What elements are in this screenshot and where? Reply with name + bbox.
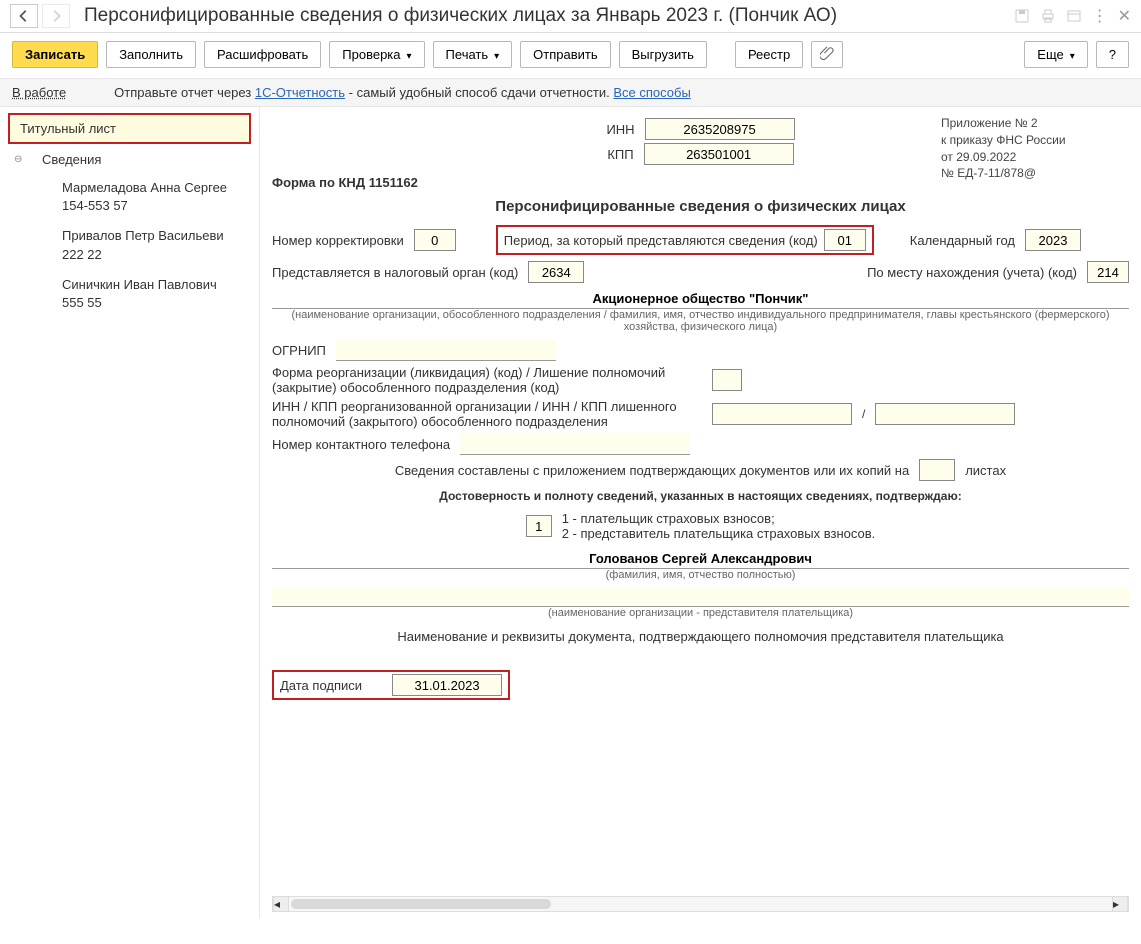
place-input[interactable] <box>1087 261 1129 283</box>
arrow-right-icon <box>49 9 63 23</box>
status-link[interactable]: В работе <box>12 85 66 100</box>
sign-date-label: Дата подписи <box>280 678 362 693</box>
doc-label: Наименование и реквизиты документа, подт… <box>272 629 1129 644</box>
confirm-opt1: 1 - плательщик страховых взносов; <box>562 511 876 526</box>
upload-button[interactable]: Выгрузить <box>619 41 707 68</box>
tree-item-svedeniya[interactable]: ⊖ Сведения <box>0 146 259 173</box>
form-title: Персонифицированные сведения о физически… <box>272 198 1129 215</box>
collapse-icon[interactable]: ⊖ <box>14 154 26 166</box>
print-button[interactable]: Печать▾ <box>433 41 513 68</box>
reorg-inn-input[interactable] <box>712 403 852 425</box>
org-name-input[interactable] <box>272 289 1129 309</box>
sign-date-input[interactable] <box>392 674 502 696</box>
nav-back-button[interactable] <box>10 4 38 28</box>
scroll-right-button[interactable]: ▸ <box>1112 897 1128 911</box>
tax-org-label: Представляется в налоговый орган (код) <box>272 265 518 280</box>
period-label: Период, за который представляются сведен… <box>504 233 818 248</box>
rep-org-input[interactable] <box>272 587 1129 607</box>
confirm-title: Достоверность и полноту сведений, указан… <box>272 489 1129 503</box>
page-title: Персонифицированные сведения о физически… <box>84 5 1014 27</box>
org-hint: (наименование организации, обособленного… <box>272 309 1129 333</box>
save-icon[interactable] <box>1014 8 1030 24</box>
kpp-input[interactable] <box>644 143 794 165</box>
window-icon[interactable] <box>1066 8 1082 24</box>
nav-forward-button[interactable] <box>42 4 70 28</box>
1c-report-link[interactable]: 1С-Отчетность <box>255 85 345 100</box>
attach-button[interactable] <box>811 41 843 68</box>
sheets-input[interactable] <box>919 459 955 481</box>
send-button[interactable]: Отправить <box>520 41 610 68</box>
place-label: По месту нахождения (учета) (код) <box>867 265 1077 280</box>
innkpp-reorg-label: ИНН / КПП реорганизованной организации /… <box>272 399 702 429</box>
all-methods-link[interactable]: Все способы <box>613 85 690 100</box>
year-label: Календарный год <box>910 233 1015 248</box>
tree-person-2[interactable]: Синичкин Иван Павлович555 55 <box>0 270 259 318</box>
registry-button[interactable]: Реестр <box>735 41 803 68</box>
period-input[interactable] <box>824 229 866 251</box>
section-tree: Титульный лист ⊖ Сведения Мармеладова Ан… <box>0 107 260 918</box>
rep-org-hint: (наименование организации - представител… <box>272 607 1129 619</box>
ogrnip-input[interactable] <box>336 339 556 361</box>
infobar-text: Отправьте отчет через 1С-Отчетность - са… <box>114 85 691 100</box>
sheets-label: листах <box>965 463 1006 478</box>
scroll-left-button[interactable]: ◂ <box>273 897 289 911</box>
corr-input[interactable] <box>414 229 456 251</box>
inn-input[interactable] <box>645 118 795 140</box>
reorg-code-input[interactable] <box>712 369 742 391</box>
year-input[interactable] <box>1025 229 1081 251</box>
arrow-left-icon <box>17 9 31 23</box>
tree-person-1[interactable]: Привалов Петр Васильеви222 22 <box>0 221 259 269</box>
regulation-box: Приложение № 2 к приказу ФНС России от 2… <box>941 115 1121 182</box>
fill-button[interactable]: Заполнить <box>106 41 196 68</box>
docs-attach-label: Сведения составлены с приложением подтве… <box>395 463 909 478</box>
paperclip-icon <box>820 46 834 60</box>
kebab-icon[interactable]: ⋮ <box>1092 6 1108 26</box>
phone-label: Номер контактного телефона <box>272 437 450 452</box>
corr-label: Номер корректировки <box>272 233 404 248</box>
confirm-code-input[interactable] <box>526 515 552 537</box>
scroll-thumb[interactable] <box>291 899 551 909</box>
phone-input[interactable] <box>460 433 690 455</box>
sign-date-highlight: Дата подписи <box>272 670 510 700</box>
ogrnip-label: ОГРНИП <box>272 343 326 358</box>
reorg-label: Форма реорганизации (ликвидация) (код) /… <box>272 365 702 395</box>
save-button[interactable]: Записать <box>12 41 98 68</box>
help-button[interactable]: ? <box>1096 41 1129 68</box>
horizontal-scrollbar[interactable]: ◂ ▸ <box>272 896 1129 912</box>
tax-org-input[interactable] <box>528 261 584 283</box>
signer-input[interactable] <box>272 549 1129 569</box>
confirm-opt2: 2 - представитель плательщика страховых … <box>562 526 876 541</box>
signer-hint: (фамилия, имя, отчество полностью) <box>272 569 1129 581</box>
tree-person-0[interactable]: Мармеладова Анна Сергее154-553 57 <box>0 173 259 221</box>
decode-button[interactable]: Расшифровать <box>204 41 321 68</box>
period-highlight: Период, за который представляются сведен… <box>496 225 874 255</box>
reorg-kpp-input[interactable] <box>875 403 1015 425</box>
check-button[interactable]: Проверка▾ <box>329 41 424 68</box>
close-icon[interactable]: ✕ <box>1118 6 1131 26</box>
kpp-label: КПП <box>607 147 633 162</box>
more-button[interactable]: Еще▾ <box>1024 41 1087 68</box>
inn-label: ИНН <box>606 122 634 137</box>
print-icon[interactable] <box>1040 8 1056 24</box>
tree-item-title-sheet[interactable]: Титульный лист <box>8 113 251 144</box>
